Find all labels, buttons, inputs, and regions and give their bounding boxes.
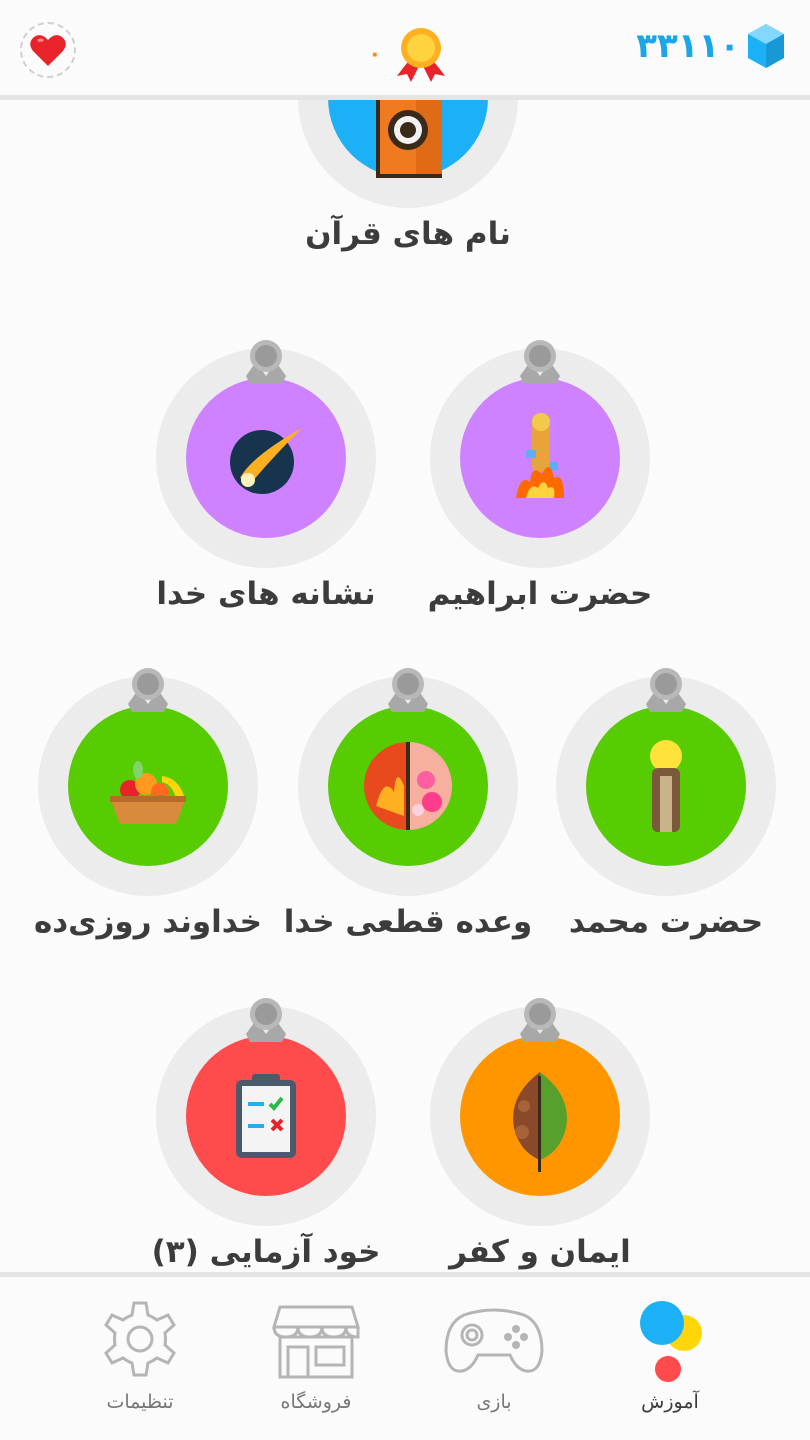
skill-disc — [68, 706, 228, 866]
gear-icon — [104, 1301, 176, 1377]
tab-shop[interactable]: فروشگاه — [246, 1297, 386, 1413]
fruit-basket-icon — [110, 761, 186, 824]
gem-counter[interactable]: ۳۳۱۱۰ — [636, 22, 786, 70]
gem-icon — [748, 24, 784, 68]
lives-button[interactable] — [20, 22, 76, 78]
heart-icon — [30, 35, 66, 66]
crown-icon — [638, 664, 694, 724]
gamepad-icon — [444, 1308, 544, 1373]
skill-tree: نام های قرآن حضرت ابراهیم نشانه های خدا … — [0, 0, 810, 1275]
crown-icon — [238, 994, 294, 1054]
crown-icon — [512, 336, 568, 396]
crown-icon — [238, 336, 294, 396]
skill-label: نشانه های خدا — [156, 576, 376, 612]
tab-settings[interactable]: تنظیمات — [70, 1297, 210, 1413]
tab-game[interactable]: بازی — [424, 1297, 564, 1413]
tab-label: فروشگاه — [280, 1391, 352, 1413]
clipboard-icon — [236, 1074, 296, 1158]
medal-counter[interactable]: ۰ — [368, 22, 453, 86]
leaf-icon — [513, 1072, 567, 1172]
prophet-icon — [650, 740, 682, 832]
medal-count: ۰ — [368, 41, 382, 67]
skill-label: ایمان و کفر — [449, 1234, 631, 1270]
tab-label: بازی — [476, 1391, 512, 1413]
shop-icon — [271, 1305, 361, 1379]
bottom-nav: آموزش بازی فروشگاه تنظیمات — [0, 1272, 810, 1440]
heaven-hell-icon — [364, 742, 452, 830]
tab-label: تنظیمات — [106, 1391, 174, 1413]
crown-icon — [380, 664, 436, 724]
skill-disc — [460, 378, 620, 538]
skill-label: حضرت محمد — [568, 904, 764, 940]
skill-disc — [186, 378, 346, 538]
abraham-fire-icon — [516, 413, 564, 498]
crown-icon — [120, 664, 176, 724]
learn-icon — [640, 1301, 702, 1382]
skill-label: وعده قطعی خدا — [283, 904, 533, 940]
skill-disc — [586, 706, 746, 866]
tab-learn[interactable]: آموزش — [600, 1297, 740, 1413]
skill-label: خداوند روزی‌ده — [33, 904, 263, 940]
medal-icon — [397, 28, 446, 82]
comet-icon — [230, 428, 302, 494]
crown-icon — [512, 994, 568, 1054]
skill-disc — [328, 706, 488, 866]
top-bar: ۰ ۳۳۱۱۰ — [0, 0, 810, 100]
skill-label: نام های قرآن — [305, 216, 511, 252]
tab-label: آموزش — [641, 1391, 699, 1413]
skill-label: خود آزمایی (۳) — [151, 1234, 381, 1270]
gem-count: ۳۳۱۱۰ — [636, 26, 740, 66]
skill-label: حضرت ابراهیم — [427, 576, 653, 612]
skill-disc — [186, 1036, 346, 1196]
skill-disc — [460, 1036, 620, 1196]
